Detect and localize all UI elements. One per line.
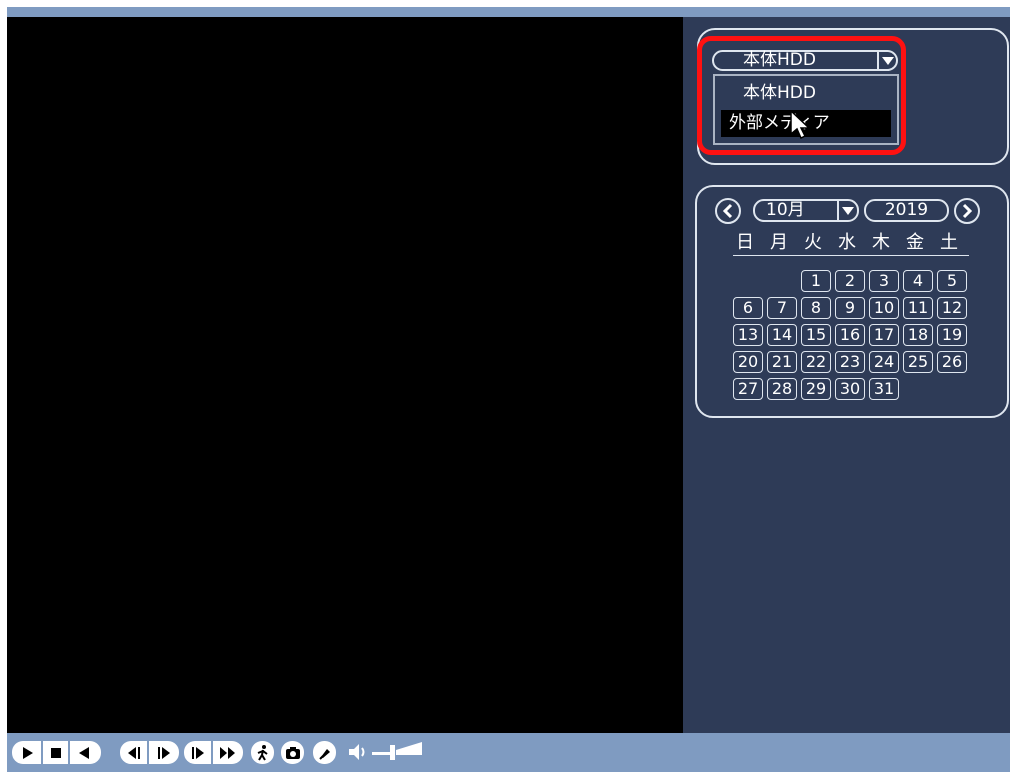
- weekday-label: 土: [940, 232, 958, 253]
- calendar-day[interactable]: 17: [869, 324, 899, 346]
- calendar-day[interactable]: 18: [903, 324, 933, 346]
- weekday-label: 月: [770, 232, 788, 253]
- reverse-play-icon[interactable]: [70, 741, 99, 764]
- calendar-day[interactable]: 12: [937, 297, 967, 319]
- calendar-day[interactable]: 20: [733, 351, 763, 373]
- smart-search-icon: [257, 744, 268, 761]
- calendar-day[interactable]: 31: [869, 378, 899, 400]
- calendar-day[interactable]: 3: [869, 270, 899, 292]
- title-bar: [7, 7, 1010, 17]
- month-select[interactable]: 10月: [753, 199, 859, 222]
- calendar-day[interactable]: 25: [903, 351, 933, 373]
- step-back-icon[interactable]: [120, 741, 149, 764]
- playback-window: 本体HDD 本体HDD 外部メディア 10月 2019 日 月 火 水 木 金: [0, 0, 1012, 772]
- weekday-label: 金: [906, 232, 924, 253]
- calendar-day[interactable]: 21: [767, 351, 797, 373]
- weekday-label: 日: [736, 232, 754, 253]
- play-icon[interactable]: [12, 741, 41, 764]
- volume-slider-thumb: [390, 745, 395, 760]
- volume-slider[interactable]: [372, 741, 424, 763]
- volume-icon[interactable]: [347, 741, 369, 763]
- calendar-day[interactable]: 7: [767, 297, 797, 319]
- weekday-label: 火: [804, 232, 822, 253]
- slow-play-icon[interactable]: [184, 741, 213, 764]
- calendar-day[interactable]: 23: [835, 351, 865, 373]
- calendar-day[interactable]: 2: [835, 270, 865, 292]
- snapshot-icon: [285, 746, 300, 759]
- speed-control-group: [184, 741, 243, 764]
- fast-forward-icon[interactable]: [213, 741, 242, 764]
- month-value: 10月: [766, 200, 805, 220]
- calendar-day[interactable]: 28: [767, 378, 797, 400]
- tag-icon: [318, 748, 330, 760]
- calendar-day[interactable]: 26: [937, 351, 967, 373]
- stop-icon[interactable]: [41, 741, 70, 764]
- calendar-day[interactable]: 15: [801, 324, 831, 346]
- tag-button[interactable]: [313, 741, 336, 764]
- snapshot-button[interactable]: [281, 741, 304, 764]
- calendar-day[interactable]: 14: [767, 324, 797, 346]
- calendar-day[interactable]: 22: [801, 351, 831, 373]
- calendar-day[interactable]: 10: [869, 297, 899, 319]
- calendar-day[interactable]: 1: [801, 270, 831, 292]
- chevron-down-icon[interactable]: [837, 201, 857, 220]
- calendar-day[interactable]: 6: [733, 297, 763, 319]
- calendar-day[interactable]: 13: [733, 324, 763, 346]
- smart-search-button[interactable]: [251, 741, 274, 764]
- weekday-label: 木: [872, 232, 890, 253]
- calendar-day[interactable]: 11: [903, 297, 933, 319]
- mouse-pointer-icon: [790, 110, 811, 140]
- calendar-day[interactable]: 19: [937, 324, 967, 346]
- chevron-left-icon: [722, 203, 733, 219]
- calendar-day[interactable]: 24: [869, 351, 899, 373]
- calendar-day[interactable]: 8: [801, 297, 831, 319]
- frame-step-group: [120, 741, 179, 764]
- video-playback-area[interactable]: [7, 17, 683, 733]
- year-field[interactable]: 2019: [864, 199, 949, 222]
- calendar-day[interactable]: 30: [835, 378, 865, 400]
- year-value: 2019: [884, 200, 929, 220]
- step-forward-icon[interactable]: [149, 741, 178, 764]
- calendar-day[interactable]: 4: [903, 270, 933, 292]
- chevron-right-icon: [962, 203, 973, 219]
- calendar-day[interactable]: 16: [835, 324, 865, 346]
- weekday-header: 日 月 火 水 木 金 土: [733, 232, 969, 256]
- calendar-day[interactable]: 27: [733, 378, 763, 400]
- prev-month-button[interactable]: [715, 198, 741, 224]
- calendar-day[interactable]: 5: [937, 270, 967, 292]
- next-month-button[interactable]: [954, 198, 980, 224]
- calendar-day[interactable]: 29: [801, 378, 831, 400]
- weekday-label: 水: [838, 232, 856, 253]
- calendar-day[interactable]: 9: [835, 297, 865, 319]
- playback-controls-group: [12, 741, 101, 764]
